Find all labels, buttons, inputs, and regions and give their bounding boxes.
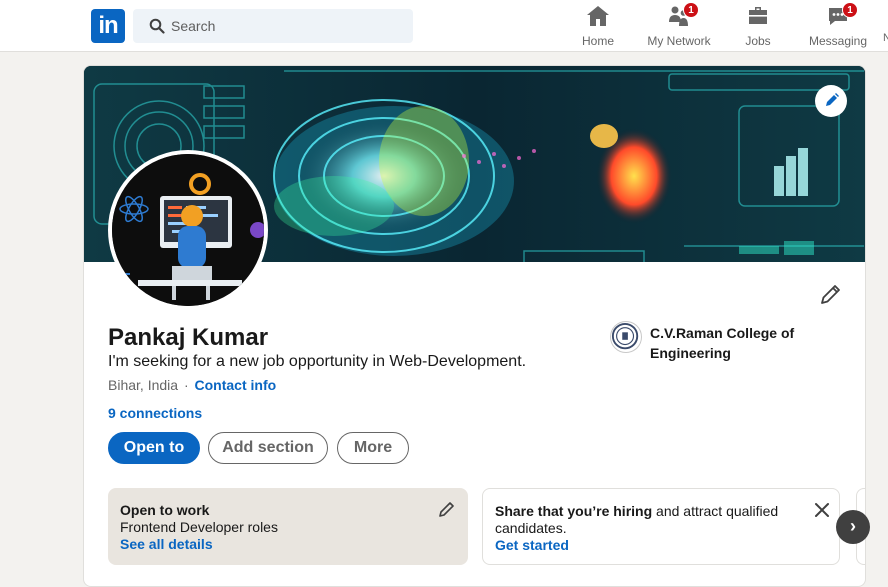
linkedin-logo[interactable]: in (91, 9, 125, 43)
pencil-icon (821, 285, 840, 304)
search-icon (149, 18, 165, 34)
jobs-icon (749, 7, 767, 24)
nav-my-network[interactable]: 1 My Network (643, 2, 715, 48)
add-section-button[interactable]: Add section (208, 432, 328, 464)
nav-overflow-label[interactable]: N (882, 32, 888, 76)
more-button[interactable]: More (337, 432, 409, 464)
get-started-link[interactable]: Get started (495, 537, 569, 553)
network-badge: 1 (683, 2, 699, 18)
see-all-details-link[interactable]: See all details (120, 536, 213, 552)
hiring-card[interactable]: Share that you’re hiring and attract qua… (482, 488, 840, 565)
hiring-text: Share that you’re hiring and attract qua… (495, 503, 795, 537)
college-name: C.V.Raman College of Engineering (650, 325, 795, 361)
edit-intro-button[interactable] (819, 282, 843, 306)
open-to-button[interactable]: Open to (108, 432, 200, 464)
search-input[interactable] (171, 9, 401, 43)
college-logo (610, 321, 642, 353)
profile-card: Pankaj Kumar I'm seeking for a new job o… (83, 65, 866, 587)
connections-link[interactable]: 9 connections (108, 405, 202, 421)
location-line: Bihar, India · Contact info (108, 377, 276, 393)
nav-home[interactable]: Home (578, 4, 618, 48)
nav-jobs[interactable]: Jobs (738, 4, 778, 48)
college-seal-icon (611, 322, 639, 350)
open-to-work-roles: Frontend Developer roles (120, 519, 278, 535)
pencil-icon[interactable] (438, 500, 456, 518)
profile-avatar[interactable] (108, 150, 268, 310)
top-nav: in Home 1 My Network Jobs (0, 0, 888, 52)
open-to-work-card[interactable]: Open to work Frontend Developer roles Se… (108, 488, 468, 565)
nav-messaging-label: Messaging (808, 34, 868, 48)
profile-name: Pankaj Kumar (108, 324, 269, 351)
open-to-work-title: Open to work (120, 502, 210, 518)
search-box[interactable] (133, 9, 413, 43)
home-icon (587, 6, 609, 26)
close-icon[interactable] (813, 501, 831, 519)
pencil-icon (826, 93, 839, 106)
network-icon-wrap: 1 (667, 2, 699, 28)
messaging-icon-wrap: 1 (826, 2, 858, 28)
profile-location: Bihar, India (108, 377, 179, 393)
nav-my-network-label: My Network (647, 34, 711, 48)
edit-banner-button[interactable] (815, 85, 847, 117)
profile-headline: I'm seeking for a new job opportunity in… (108, 353, 527, 370)
nav-home-label: Home (581, 34, 614, 48)
hiring-text-bold: Share that you’re hiring (495, 503, 653, 519)
separator-dot: · (183, 377, 189, 393)
avatar-image (112, 154, 264, 306)
nav-jobs-label: Jobs (745, 34, 771, 48)
nav-messaging[interactable]: 1 Messaging (808, 2, 868, 48)
messaging-badge: 1 (842, 2, 858, 18)
carousel-next-button[interactable]: › (836, 510, 870, 544)
contact-info-link[interactable]: Contact info (195, 377, 277, 393)
